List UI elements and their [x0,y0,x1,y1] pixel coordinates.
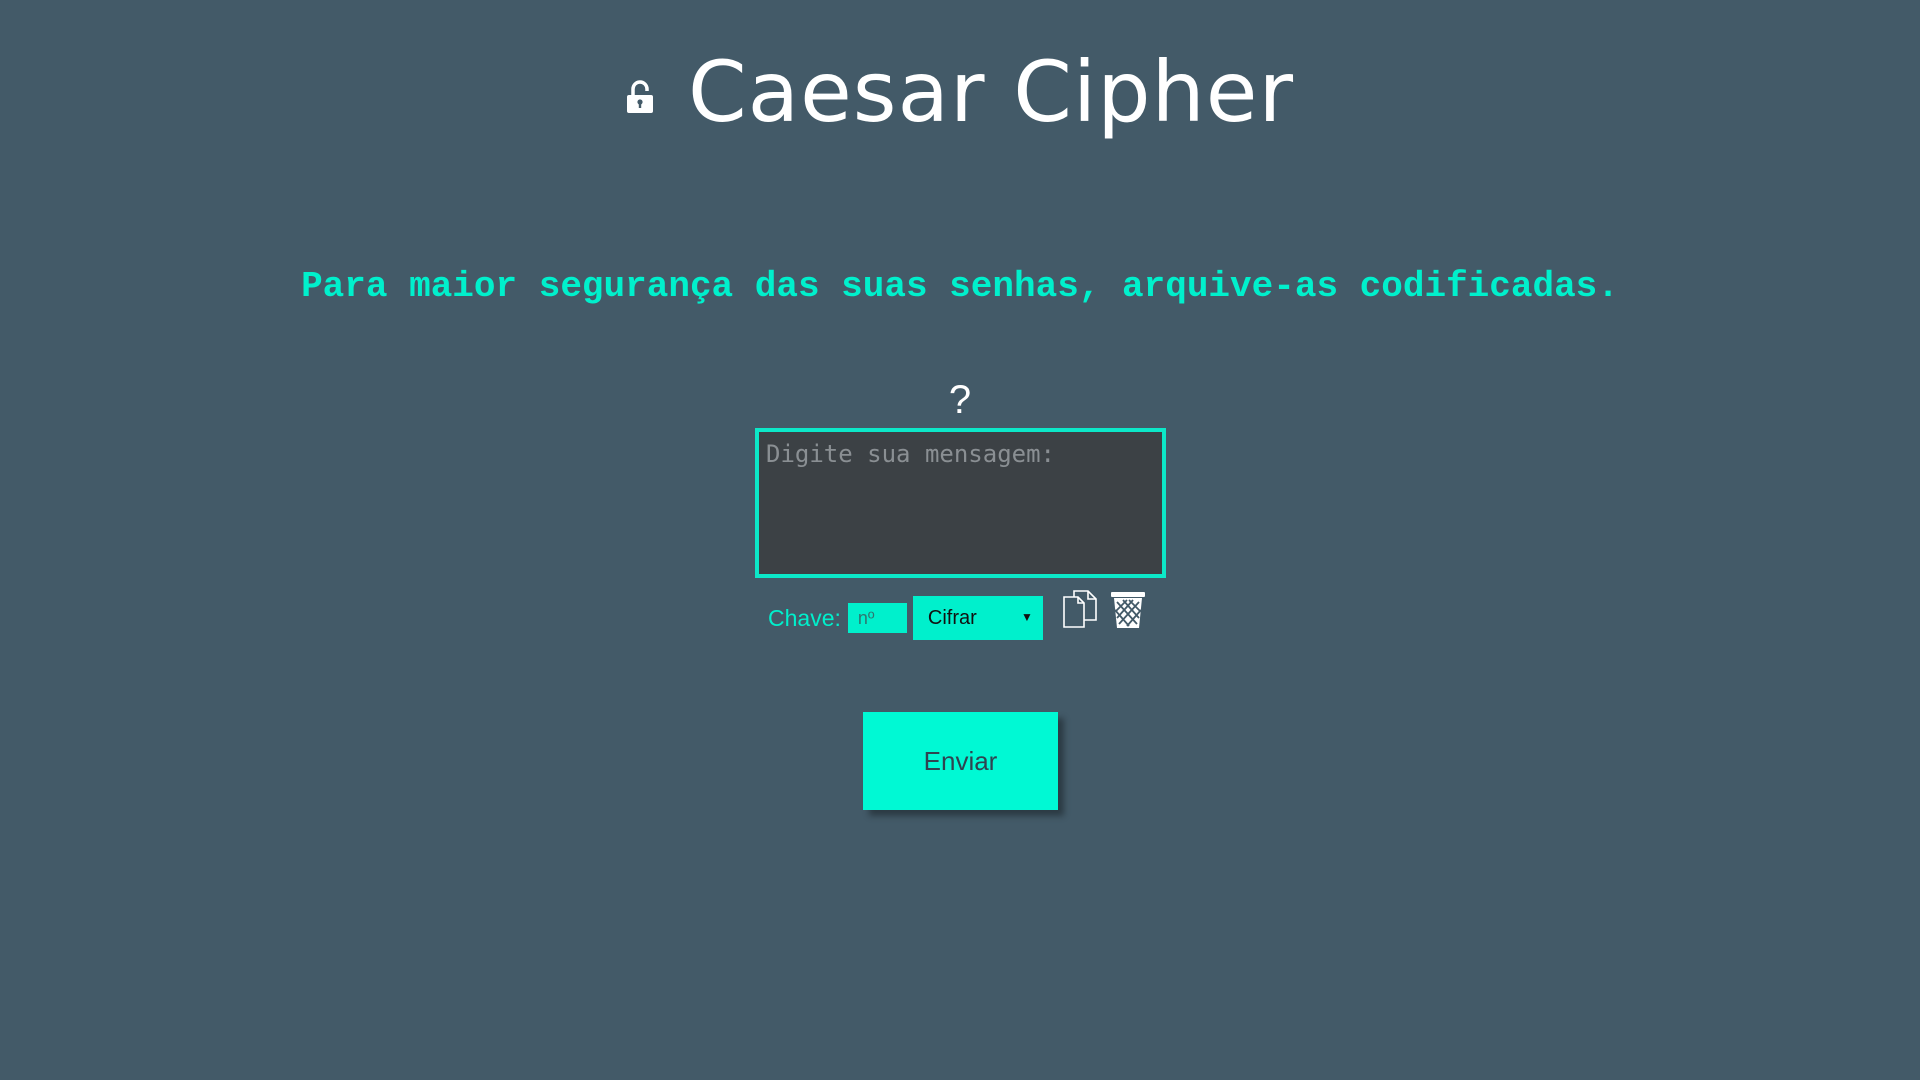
send-button[interactable]: Enviar [863,712,1058,810]
clear-button[interactable] [1107,590,1149,634]
key-label: Chave: [768,604,841,631]
header: Caesar Cipher [0,42,1920,142]
mode-select[interactable]: Cifrar ▼ [912,596,1043,640]
page: Caesar Cipher Para maior segurança das s… [0,0,1920,1080]
subtitle: Para maior segurança das suas senhas, ar… [301,266,1619,307]
help-button[interactable]: ? [0,378,1920,423]
copy-button[interactable] [1059,590,1101,634]
page-title: Caesar Cipher [687,43,1295,141]
mode-select-value: Cifrar [927,606,977,629]
key-input[interactable] [847,603,907,633]
trash-icon [1110,592,1145,628]
dropdown-arrow-icon: ▼ [1020,610,1033,624]
unlocked-padlock-icon [626,80,653,113]
copy-icon [1063,590,1097,628]
message-input[interactable] [755,428,1166,578]
cipher-controls: Chave: Cifrar ▼ [768,590,1149,646]
